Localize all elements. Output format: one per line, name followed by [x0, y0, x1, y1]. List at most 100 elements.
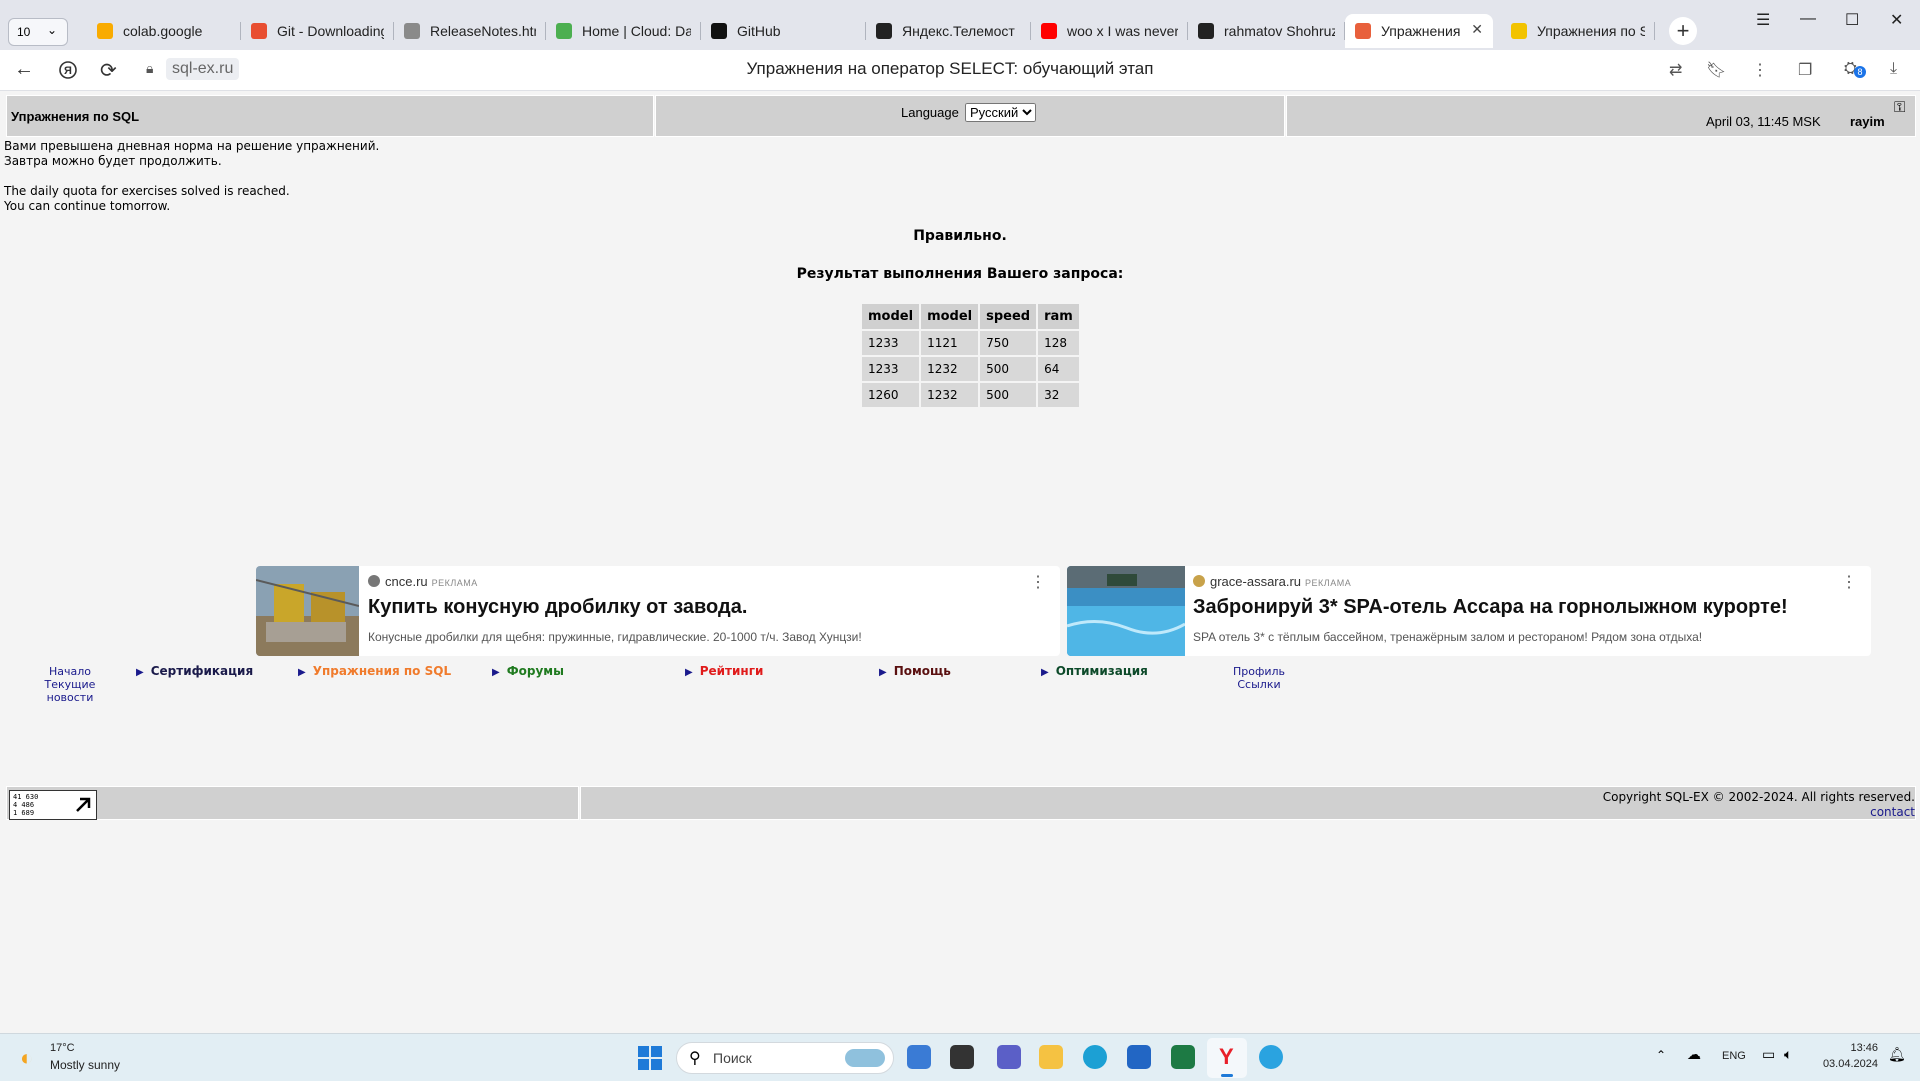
- weather-temp[interactable]: 17°C: [50, 1042, 75, 1054]
- browser-tab[interactable]: woo x I was never t: [1031, 14, 1188, 48]
- weather-desc[interactable]: Mostly sunny: [50, 1058, 120, 1072]
- notifications-icon[interactable]: 🔔︎: [1888, 1046, 1906, 1063]
- user-icon[interactable]: ⚿: [1894, 99, 1905, 116]
- tab-count: 10: [17, 25, 31, 39]
- close-window-icon[interactable]: ✕: [1890, 10, 1903, 30]
- clock-date[interactable]: 03.04.2024: [1818, 1058, 1878, 1070]
- ad-banner-1[interactable]: cnce.ru РЕКЛАМА Купить конусную дробилку …: [256, 566, 1060, 656]
- ad-1-image[interactable]: [256, 566, 360, 656]
- username[interactable]: rayim: [1850, 114, 1885, 129]
- nav-link-help[interactable]: ▶ Помощь: [879, 664, 951, 678]
- chevron-up-icon[interactable]: ⌃: [1656, 1048, 1666, 1062]
- quota-ru-line1: Вами превышена дневная норма на решение …: [4, 139, 380, 153]
- browser-tab[interactable]: colab.google: [87, 14, 241, 48]
- volume-icon[interactable]: 🔈︎: [1784, 1046, 1792, 1063]
- telemost-icon: [876, 23, 892, 39]
- reload-icon[interactable]: ⟳: [100, 58, 117, 83]
- ad-1-headline[interactable]: Купить конусную дробилку от завода.: [368, 596, 747, 619]
- language-select[interactable]: Русский: [965, 103, 1036, 122]
- tab-counter-button[interactable]: 10 ⌄: [8, 18, 68, 46]
- browser-tab[interactable]: GitHub: [701, 14, 866, 48]
- ad-2-more-icon[interactable]: ⋮: [1841, 572, 1857, 592]
- nav-profile-block: Профиль Ссылки: [1216, 665, 1302, 691]
- ad-1-source[interactable]: cnce.ru РЕКЛАМА: [368, 574, 478, 589]
- table-cell: 64: [1038, 357, 1079, 381]
- translate-icon[interactable]: ⇄: [1669, 60, 1682, 80]
- file-icon: [404, 23, 420, 39]
- input-language[interactable]: ENG: [1722, 1050, 1746, 1062]
- ad-1-tag: РЕКЛАМА: [431, 578, 478, 588]
- table-cell: 1121: [921, 331, 979, 355]
- edge-icon[interactable]: [1083, 1045, 1107, 1069]
- teams-icon[interactable]: [997, 1045, 1021, 1069]
- bookmark-icon[interactable]: 🔖︎: [1706, 60, 1726, 80]
- browser-tab[interactable]: Упражнения по SQ: [1501, 14, 1655, 48]
- ad-banner-2[interactable]: grace-assara.ru РЕКЛАМА Забронируй 3* SPA…: [1067, 566, 1871, 656]
- nav-home-link[interactable]: Начало: [22, 665, 118, 678]
- tab-title: ReleaseNotes.html: [430, 23, 536, 39]
- nav-link-ratings[interactable]: ▶ Рейтинги: [685, 664, 763, 678]
- clock-time[interactable]: 13:46: [1818, 1042, 1878, 1054]
- new-tab-button[interactable]: +: [1669, 17, 1697, 45]
- collections-icon[interactable]: ❐: [1798, 60, 1812, 80]
- ad-1-more-icon[interactable]: ⋮: [1030, 572, 1046, 592]
- nav-link-exercises[interactable]: ▶ Упражнения по SQL: [298, 664, 451, 678]
- network-icon[interactable]: ▭: [1762, 1046, 1775, 1063]
- ad-2-image[interactable]: [1067, 566, 1186, 656]
- nav-link-optimization[interactable]: ▶ Оптимизация: [1041, 664, 1148, 678]
- browser-tab[interactable]: rahmatov Shohruz: [1188, 14, 1345, 48]
- search-icon: ⚲: [689, 1050, 701, 1067]
- weather-icon[interactable]: ◐: [20, 1045, 33, 1071]
- onedrive-icon[interactable]: ☁: [1687, 1046, 1701, 1063]
- nav-link-forums-label: Форумы: [506, 664, 564, 678]
- copilot-icon[interactable]: [907, 1045, 931, 1069]
- quota-message: Вами превышена дневная норма на решение …: [4, 139, 379, 214]
- task-view-icon[interactable]: [950, 1045, 974, 1069]
- arrow-right-icon: ▶: [298, 667, 306, 678]
- browser-tab[interactable]: Git - Downloading P: [241, 14, 394, 48]
- extension-icon[interactable]: ⛭ 8: [1844, 60, 1866, 78]
- visit-counter[interactable]: 41 630 4 486 1 689: [9, 790, 97, 820]
- menu-icon[interactable]: ☰: [1756, 10, 1770, 30]
- yandex-browser-task[interactable]: Y: [1207, 1038, 1247, 1078]
- maximize-icon[interactable]: ☐: [1845, 10, 1859, 30]
- ad-2-headline[interactable]: Забронируй 3* SPA-отель Ассара на горнол…: [1193, 596, 1788, 619]
- download-icon[interactable]: ⤓: [1890, 60, 1897, 78]
- quota-ru-line2: Завтра можно будет продолжить.: [4, 154, 222, 168]
- excel-icon[interactable]: [1171, 1045, 1195, 1069]
- nav-link-forums[interactable]: ▶ Форумы: [492, 664, 564, 678]
- tab-title: Упражнения по SQ: [1537, 23, 1645, 39]
- nav-links-link[interactable]: Ссылки: [1216, 678, 1302, 691]
- ad-2-source[interactable]: grace-assara.ru РЕКЛАМА: [1193, 574, 1351, 589]
- yandex-icon[interactable]: Я: [58, 60, 78, 86]
- result-status: Правильно.: [913, 228, 1007, 244]
- column-header: model: [921, 304, 979, 329]
- contact-link[interactable]: contact: [1603, 805, 1915, 820]
- datetime: April 03, 11:45 MSK: [1706, 114, 1821, 129]
- browser-tab[interactable]: Упражнения на ✕: [1345, 14, 1493, 48]
- nav-link-certification[interactable]: ▶ Сертификация: [136, 664, 253, 678]
- close-tab-icon[interactable]: ✕: [1471, 21, 1483, 38]
- minimize-icon[interactable]: —: [1800, 10, 1816, 28]
- chevron-down-icon: ⌄: [47, 23, 58, 37]
- browser-tab[interactable]: Home | Cloud: Data: [546, 14, 701, 48]
- browser-tab[interactable]: ReleaseNotes.html: [394, 14, 546, 48]
- yandex-browser-icon: Y: [1219, 1044, 1234, 1069]
- colab-icon: [97, 23, 113, 39]
- table-cell: 1233: [862, 357, 920, 381]
- browser-tab[interactable]: Яндекс.Телемост: [866, 14, 1031, 48]
- telegram-icon[interactable]: [1259, 1045, 1283, 1069]
- arrow-right-icon: ▶: [1041, 667, 1049, 678]
- windows-start-icon[interactable]: [638, 1046, 662, 1073]
- store-icon[interactable]: [1127, 1045, 1151, 1069]
- column-header: speed: [980, 304, 1037, 329]
- taskbar-search[interactable]: ⚲ Поиск: [676, 1042, 894, 1074]
- more-icon[interactable]: ⋮: [1752, 60, 1768, 80]
- counter-line2: 4 486: [13, 801, 35, 809]
- table-cell: 1232: [921, 383, 979, 407]
- file-explorer-icon[interactable]: [1039, 1045, 1063, 1069]
- nav-profile-link[interactable]: Профиль: [1216, 665, 1302, 678]
- table-cell: 500: [980, 383, 1037, 407]
- nav-news-link[interactable]: Текущие новости: [22, 678, 118, 704]
- back-icon[interactable]: ←: [14, 58, 34, 81]
